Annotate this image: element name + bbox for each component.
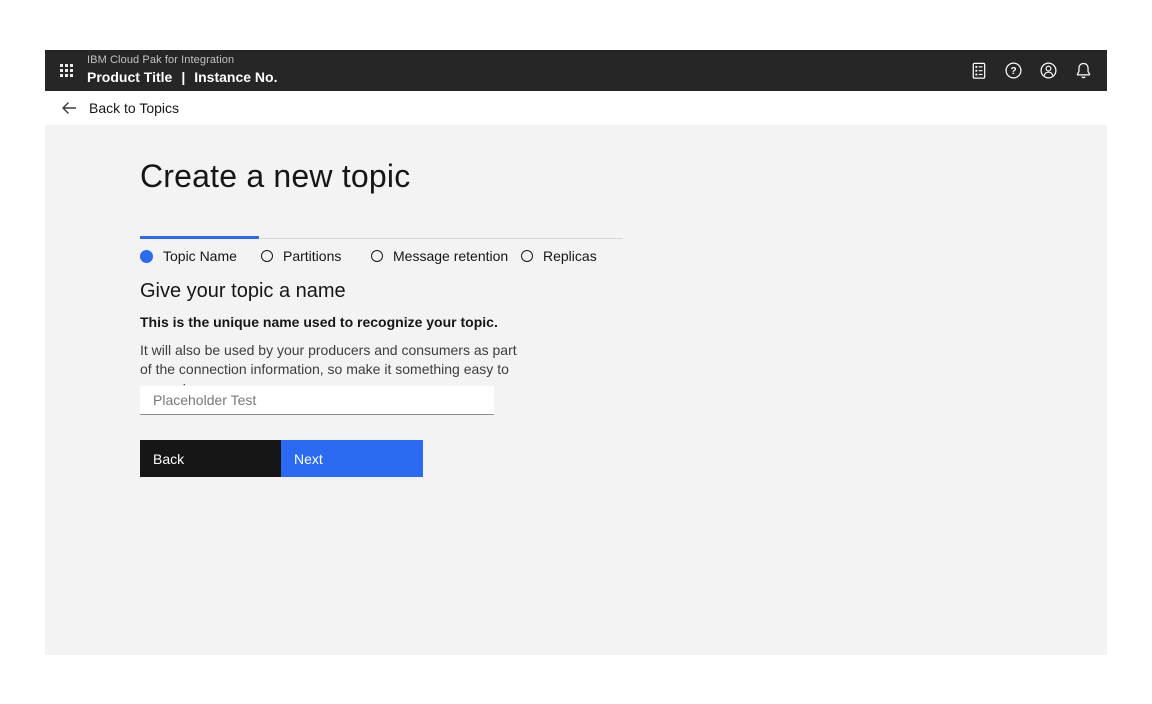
back-to-topics-link[interactable]: Back to Topics bbox=[59, 98, 179, 118]
step-message-retention[interactable]: Message retention bbox=[371, 248, 508, 264]
step-incomplete-icon bbox=[371, 250, 383, 262]
product-title: Product Title bbox=[87, 69, 172, 87]
page-title: Create a new topic bbox=[140, 158, 410, 195]
app-header: IBM Cloud Pak for Integration Product Ti… bbox=[45, 50, 1107, 91]
user-avatar-icon bbox=[1039, 61, 1058, 80]
platform-name: IBM Cloud Pak for Integration bbox=[87, 54, 277, 68]
breadcrumb-bar: Back to Topics bbox=[45, 91, 1107, 125]
step-label: Replicas bbox=[543, 248, 597, 264]
instance-label: Instance No. bbox=[194, 69, 277, 87]
lead-text: This is the unique name used to recogniz… bbox=[140, 314, 498, 330]
step-topic-name[interactable]: Topic Name bbox=[140, 248, 237, 264]
step-label: Topic Name bbox=[163, 248, 237, 264]
progress-fill bbox=[140, 236, 259, 239]
notification-bell-icon bbox=[1074, 61, 1093, 80]
title-separator: | bbox=[181, 69, 185, 87]
notifications-button[interactable] bbox=[1066, 50, 1101, 91]
step-current-icon bbox=[140, 250, 153, 263]
header-actions: ? bbox=[961, 50, 1107, 91]
catalog-icon bbox=[969, 61, 988, 80]
step-label: Message retention bbox=[393, 248, 508, 264]
brand-block: IBM Cloud Pak for Integration Product Ti… bbox=[87, 54, 277, 86]
switcher-grid-icon bbox=[60, 64, 73, 77]
step-label: Partitions bbox=[283, 248, 341, 264]
step-replicas[interactable]: Replicas bbox=[521, 248, 597, 264]
help-icon: ? bbox=[1004, 61, 1023, 80]
svg-text:?: ? bbox=[1010, 66, 1016, 77]
create-topic-panel: Create a new topic Topic Name Partitions… bbox=[45, 125, 1107, 655]
user-profile-button[interactable] bbox=[1031, 50, 1066, 91]
help-button[interactable]: ? bbox=[996, 50, 1031, 91]
back-button[interactable]: Back bbox=[140, 440, 281, 477]
app-window: IBM Cloud Pak for Integration Product Ti… bbox=[0, 0, 1152, 704]
topic-name-input[interactable] bbox=[140, 386, 494, 415]
step-incomplete-icon bbox=[521, 250, 533, 262]
app-switcher-button[interactable] bbox=[45, 50, 87, 91]
back-link-label: Back to Topics bbox=[89, 100, 179, 116]
next-button[interactable]: Next bbox=[281, 440, 423, 477]
wizard-button-row: Back Next bbox=[140, 440, 423, 477]
progress-indicator: Topic Name Partitions Message retention … bbox=[140, 236, 623, 278]
arrow-left-icon bbox=[59, 98, 79, 118]
step-partitions[interactable]: Partitions bbox=[261, 248, 341, 264]
step-incomplete-icon bbox=[261, 250, 273, 262]
catalog-button[interactable] bbox=[961, 50, 996, 91]
section-heading: Give your topic a name bbox=[140, 280, 346, 303]
